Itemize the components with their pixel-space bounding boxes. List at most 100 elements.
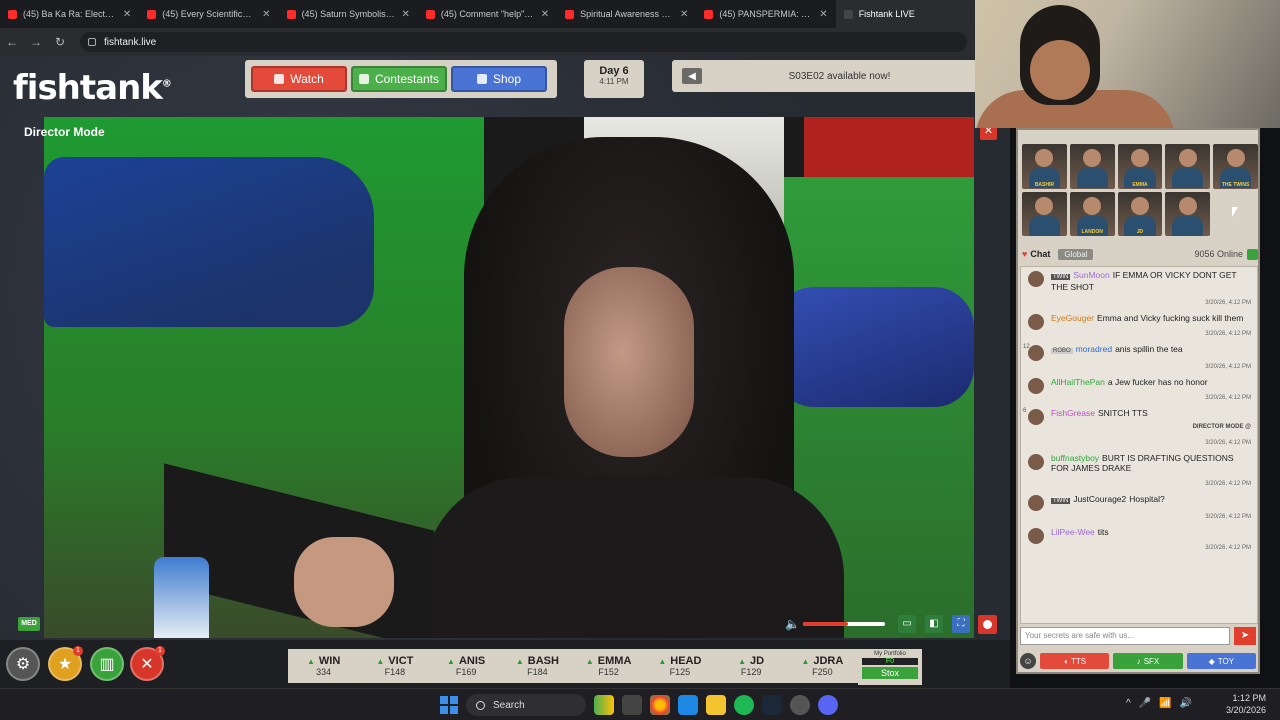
missions-button[interactable]: ✕ 1 <box>130 646 165 681</box>
send-icon[interactable]: ➤ <box>1234 627 1256 645</box>
back-arrow-icon[interactable]: ← <box>0 35 24 49</box>
ticker-item[interactable]: ▲ JDRA F250 <box>787 655 858 677</box>
ticker-item[interactable]: ▲ EMMA F152 <box>573 655 644 677</box>
user-avatar[interactable] <box>1028 314 1044 330</box>
live-video[interactable] <box>44 117 974 638</box>
chat-username[interactable]: SunMoon <box>1073 270 1109 280</box>
user-avatar[interactable] <box>1028 378 1044 394</box>
sfx-button[interactable]: ♪ SFX <box>1113 653 1183 669</box>
chat-username[interactable]: AllHailThePan <box>1051 377 1105 387</box>
browser-tab[interactable]: (45) PANSPERMIA: The Radi ✕ <box>696 0 835 28</box>
close-tab-icon[interactable]: ✕ <box>401 9 409 20</box>
ticker-item[interactable]: ▲ WIN 334 <box>288 655 359 677</box>
chat-message[interactable]: AllHailThePan a Jew fucker has no honor 3/… <box>1021 374 1257 403</box>
toy-button[interactable]: ◆ TOY <box>1186 653 1256 669</box>
edge-icon[interactable] <box>678 695 698 715</box>
obs-icon[interactable] <box>790 695 810 715</box>
announcement-prev-button[interactable]: ◀ <box>682 68 702 84</box>
browser-tab[interactable]: (45) Comment "help" if you ✕ <box>418 0 557 28</box>
task-view-icon[interactable] <box>622 695 642 715</box>
bonus-coin-button[interactable]: ★ 1 <box>48 646 83 681</box>
ticker-item[interactable]: ▲ HEAD F125 <box>644 655 715 677</box>
browser-tab[interactable]: Spiritual Awareness Will Ru ✕ <box>557 0 696 28</box>
user-avatar[interactable] <box>1028 495 1044 511</box>
chat-input[interactable]: Your secrets are safe with us... <box>1020 627 1230 645</box>
chat-message[interactable]: buffnastyboy BURT IS DRAFTING QUESTIONS F… <box>1021 450 1257 489</box>
contestant-thumb[interactable]: BASHIR <box>1022 144 1067 189</box>
reload-icon[interactable]: ↻ <box>48 35 72 49</box>
ticker-item[interactable]: ▲ JD F129 <box>716 655 787 677</box>
chat-message[interactable]: TWIN SunMoon IF EMMA OR VICKY DONT GET THE… <box>1021 267 1257 308</box>
forward-arrow-icon[interactable]: → <box>24 35 48 49</box>
fullscreen-icon[interactable]: ⛶ <box>952 615 970 633</box>
clip-icon[interactable]: ▭ <box>898 615 916 633</box>
browser-tab-active[interactable]: Fishtank LIVE <box>835 0 975 28</box>
volume-slider[interactable] <box>803 622 885 626</box>
close-tab-icon[interactable]: ✕ <box>262 9 270 20</box>
contestant-thumb[interactable] <box>1165 144 1211 189</box>
chat-settings-icon[interactable] <box>1247 248 1258 260</box>
announcement-text[interactable]: S03E02 available now! <box>702 71 977 82</box>
chat-message[interactable]: TWIN JustCourage2 Hospital? 3/20/26, 4:12 P… <box>1021 491 1257 522</box>
stox-button[interactable]: Stox <box>862 667 918 679</box>
browser-tab[interactable]: (45) Every Scientifically Prove ✕ <box>139 0 278 28</box>
spotify-icon[interactable] <box>734 695 754 715</box>
contestant-thumb[interactable]: LANDON <box>1069 191 1115 236</box>
items-button[interactable]: ▥ <box>90 647 124 681</box>
close-tab-icon[interactable]: ✕ <box>819 9 827 20</box>
site-info-icon[interactable] <box>88 38 96 46</box>
clock[interactable]: 1:12 PM 3/20/2026 <box>1226 692 1266 716</box>
user-avatar[interactable] <box>1028 454 1044 470</box>
contestant-thumb[interactable]: JD <box>1117 191 1163 236</box>
file-explorer-icon[interactable] <box>706 695 726 715</box>
contestant-thumb[interactable] <box>1022 191 1067 236</box>
contestant-thumb[interactable] <box>1069 144 1115 189</box>
fishtank-logo[interactable]: fishtank® <box>13 68 172 108</box>
contestant-thumb[interactable]: THE TWINS <box>1213 144 1258 189</box>
chat-username[interactable]: JustCourage2 <box>1073 494 1126 504</box>
chrome-icon[interactable] <box>650 695 670 715</box>
close-tab-icon[interactable]: ✕ <box>123 9 131 20</box>
user-avatar[interactable] <box>1028 409 1044 425</box>
widgets-icon[interactable] <box>594 695 614 715</box>
contestant-thumb[interactable] <box>1165 191 1211 236</box>
close-tab-icon[interactable]: ✕ <box>541 9 549 20</box>
chat-username[interactable]: LilPee-Wee <box>1051 527 1095 537</box>
url-field[interactable]: fishtank.live <box>80 32 967 52</box>
user-avatar[interactable] <box>1028 528 1044 544</box>
ticker-item[interactable]: ▲ ANIS F169 <box>431 655 502 677</box>
chat-message[interactable]: LilPee-Wee tits 3/20/26, 4:12 PM <box>1021 524 1257 553</box>
tts-button[interactable]: ◖ TTS <box>1040 653 1110 669</box>
taskbar-search[interactable]: Search <box>466 694 586 716</box>
chat-message[interactable]: 6 FishGrease SNITCH TTS DIRECTOR MODE @ 3/20… <box>1021 405 1257 448</box>
shop-button[interactable]: Shop <box>451 66 547 92</box>
chat-message[interactable]: 12 ROBO moradred anis spillin the tea 3/20/2… <box>1021 341 1257 372</box>
emoji-icon[interactable]: ☺ <box>1020 653 1036 669</box>
contestants-button[interactable]: Contestants <box>351 66 447 92</box>
discord-icon[interactable] <box>818 695 838 715</box>
chat-username[interactable]: EyeGouger <box>1051 313 1094 323</box>
contestant-thumb[interactable]: EMMA <box>1117 144 1163 189</box>
browser-tab[interactable]: (45) Ba Ka Ra: Electromagne ✕ <box>0 0 139 28</box>
close-tab-icon[interactable]: ✕ <box>680 9 688 20</box>
user-avatar[interactable] <box>1028 271 1044 287</box>
browser-tab[interactable]: (45) Saturn Symbolism Deep ✕ <box>279 0 418 28</box>
chat-username[interactable]: FishGrease <box>1051 408 1095 418</box>
ticker-item[interactable]: ▲ VICT F148 <box>359 655 430 677</box>
settings-gear-icon[interactable]: ⚙ <box>6 647 40 681</box>
chat-messages[interactable]: TWIN SunMoon IF EMMA OR VICKY DONT GET THE… <box>1020 266 1258 624</box>
windows-start-icon[interactable] <box>440 696 458 714</box>
user-avatar[interactable] <box>1028 345 1044 361</box>
cast-icon[interactable]: ◧ <box>925 615 943 633</box>
chat-scope-button[interactable]: Global <box>1058 248 1094 260</box>
chat-username[interactable]: buffnastyboy <box>1051 453 1099 463</box>
ticker-item[interactable]: ▲ BASH F184 <box>502 655 573 677</box>
quality-button[interactable]: MED <box>18 617 40 631</box>
volume-icon[interactable]: 🔈 <box>785 617 800 631</box>
chat-message[interactable]: EyeGouger Emma and Vicky fucking suck kil… <box>1021 310 1257 339</box>
tray-icons[interactable]: ^🎤📶🔊 <box>1126 698 1200 709</box>
chat-username[interactable]: moradred <box>1076 344 1112 354</box>
record-button[interactable] <box>978 615 997 634</box>
steam-icon[interactable] <box>762 695 782 715</box>
watch-button[interactable]: Watch <box>251 66 347 92</box>
